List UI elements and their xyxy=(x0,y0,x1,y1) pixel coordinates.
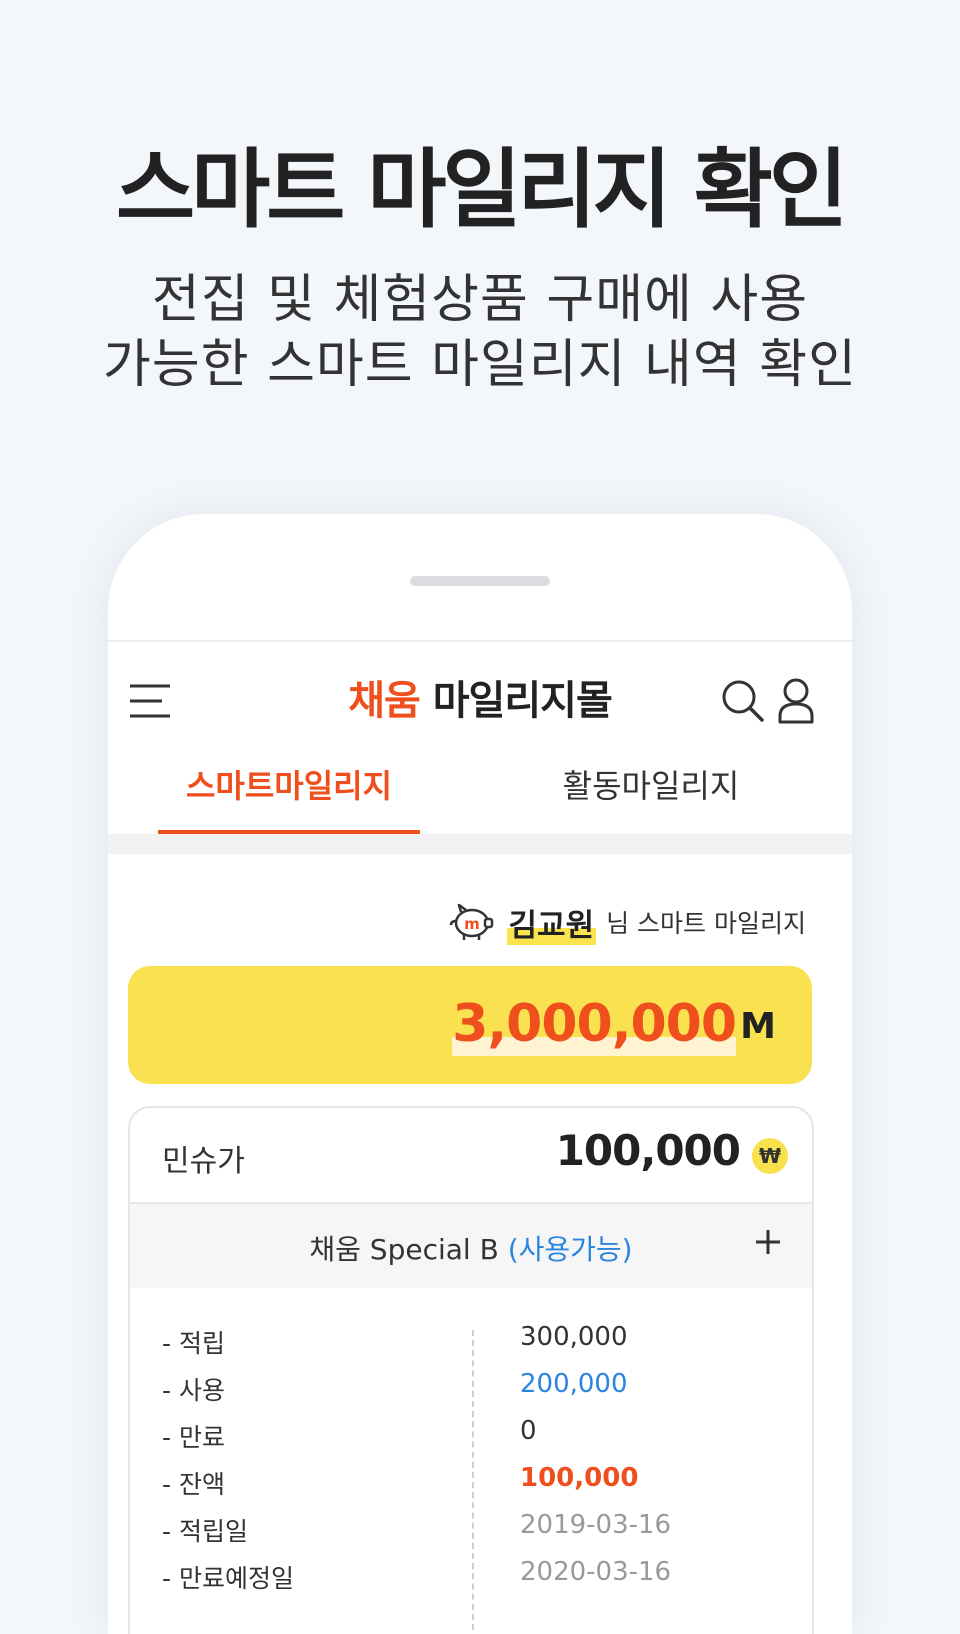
plan-row[interactable]: 채움 Special B (사용가능) xyxy=(130,1202,812,1288)
detail-row-earned: - 적립 300,000 xyxy=(162,1320,792,1364)
detail-label: - 만료 xyxy=(162,1423,225,1452)
hero-title: 스마트 마일리지 확인 xyxy=(116,140,848,240)
detail-label: - 적립 xyxy=(162,1329,225,1358)
balance-value: 3,000,000 xyxy=(452,992,737,1056)
app-header: 채움 마일리지몰 xyxy=(108,642,852,754)
user-icon[interactable] xyxy=(776,676,816,726)
detail-label: - 적립일 xyxy=(162,1517,248,1546)
detail-value: 2019-03-16 xyxy=(520,1510,672,1540)
product-name: 민슈가 xyxy=(162,1144,245,1179)
product-header: 민슈가 100,000 ₩ xyxy=(130,1108,812,1202)
search-icon[interactable] xyxy=(720,678,766,724)
app-brand: 채움 xyxy=(348,678,421,724)
product-price: 100,000 xyxy=(555,1126,741,1175)
plan-status: (사용가능) xyxy=(507,1233,633,1266)
detail-value: 100,000 xyxy=(520,1463,639,1493)
detail-label: - 사용 xyxy=(162,1376,225,1405)
owner-suffix: 님 스마트 마일리지 xyxy=(606,909,806,938)
svg-text:m: m xyxy=(464,915,480,933)
balance-unit: M xyxy=(740,1006,776,1047)
piggy-bank-icon: m xyxy=(449,903,493,940)
plus-icon[interactable] xyxy=(754,1228,782,1256)
hero-subtitle-line1: 전집 및 체험상품 구매에 사용 xyxy=(151,270,809,330)
phone-mockup: 채움 마일리지몰 스마트마일리지 활동마일리지 m 김교원 님 스마트 마일리지… xyxy=(108,514,852,1634)
detail-row-used: - 사용 200,000 xyxy=(162,1367,792,1411)
won-icon: ₩ xyxy=(752,1138,788,1174)
hero-subtitle-line2: 가능한 스마트 마일리지 내역 확인 xyxy=(103,335,857,395)
detail-value: 2020-03-16 xyxy=(520,1557,672,1587)
plan-label: 채움 Special B (사용가능) xyxy=(130,1228,812,1268)
detail-row-expired: - 만료 0 xyxy=(162,1414,792,1458)
owner-name: 김교원 xyxy=(506,899,597,945)
product-card: 민슈가 100,000 ₩ 채움 Special B (사용가능) - 적립 3… xyxy=(128,1106,814,1634)
phone-speaker xyxy=(410,576,550,586)
detail-label: - 잔액 xyxy=(162,1470,225,1499)
balance-card: 3,000,000 M xyxy=(128,966,812,1084)
app-title-rest: 마일리지몰 xyxy=(419,678,613,724)
section-separator xyxy=(108,834,852,854)
detail-value: 0 xyxy=(520,1416,537,1446)
detail-row-balance: - 잔액 100,000 xyxy=(162,1461,792,1505)
detail-value: 200,000 xyxy=(520,1369,628,1399)
detail-label: - 만료예정일 xyxy=(162,1564,294,1593)
detail-row-expiry-date: - 만료예정일 2020-03-16 xyxy=(162,1555,792,1599)
owner-line: m 김교원 님 스마트 마일리지 xyxy=(449,899,806,945)
detail-row-earned-date: - 적립일 2019-03-16 xyxy=(162,1508,792,1552)
plan-name: 채움 Special B xyxy=(309,1233,499,1266)
detail-value: 300,000 xyxy=(520,1322,628,1352)
